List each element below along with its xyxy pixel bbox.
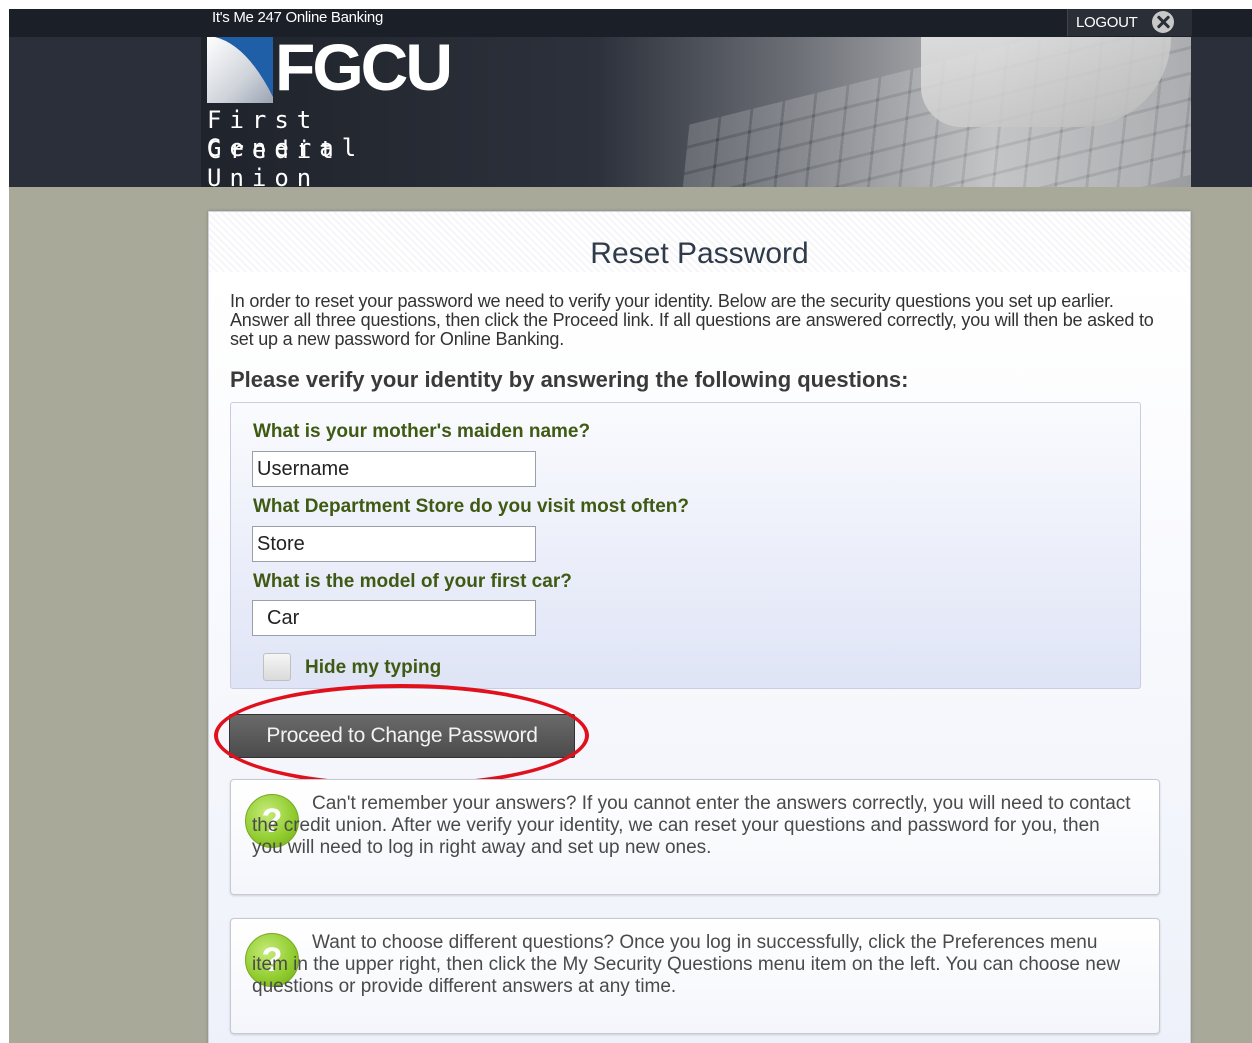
logout-button[interactable]: LOGOUT: [1067, 9, 1192, 36]
browser-viewport: It's Me 247 Online Banking LOGOUT FGCU F…: [9, 9, 1252, 1043]
reset-password-panel: Reset Password In order to reset your pa…: [208, 211, 1191, 1043]
logo-line-2: Credit Union: [207, 136, 342, 192]
help-text-forgot-answers: Can't remember your answers? If you cann…: [252, 793, 1131, 858]
proceed-button[interactable]: Proceed to Change Password: [229, 714, 575, 758]
question-label-3: What is the model of your first car?: [253, 571, 572, 592]
logout-label: LOGOUT: [1076, 13, 1138, 31]
logo-wordmark: FGCU: [275, 30, 453, 104]
top-bar: It's Me 247 Online Banking LOGOUT: [9, 9, 1252, 37]
logo-mark-icon: [207, 37, 273, 103]
hide-typing-label[interactable]: Hide my typing: [305, 657, 441, 679]
answer-field-1[interactable]: [252, 451, 536, 487]
question-label-1: What is your mother's maiden name?: [253, 421, 591, 442]
answer-field-3[interactable]: [252, 600, 536, 636]
help-text-change-questions: Want to choose different questions? Once…: [252, 932, 1121, 997]
questions-box: What is your mother's maiden name? What …: [230, 402, 1141, 689]
verify-heading: Please verify your identity by answering…: [230, 367, 909, 392]
help-box-change-questions: ? Want to choose different questions? On…: [230, 918, 1160, 1034]
hide-typing-checkbox[interactable]: [263, 653, 291, 681]
close-icon[interactable]: [1151, 11, 1174, 33]
page-title: Reset Password: [590, 237, 809, 270]
logo[interactable]: FGCU First General Credit Union: [207, 31, 467, 192]
question-label-2: What Department Store do you visit most …: [253, 496, 689, 517]
intro-text: In order to reset your password we need …: [230, 291, 1154, 349]
site-name: It's Me 247 Online Banking: [212, 9, 383, 26]
help-box-forgot-answers: ? Can't remember your answers? If you ca…: [230, 779, 1160, 895]
header: FGCU First General Credit Union: [9, 31, 1252, 192]
answer-field-2[interactable]: [252, 526, 536, 562]
